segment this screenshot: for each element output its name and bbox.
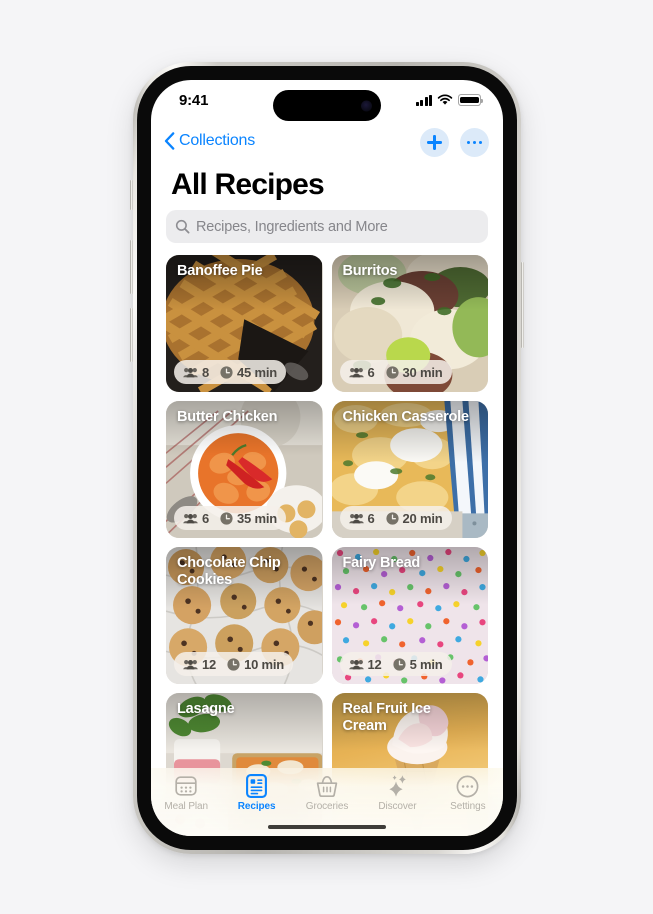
- tab-meal-plan[interactable]: Meal Plan: [151, 774, 221, 836]
- clock-icon: [392, 657, 406, 671]
- time-value: 5 min: [409, 656, 443, 672]
- people-icon: [183, 513, 198, 523]
- back-label: Collections: [179, 132, 256, 149]
- status-time: 9:41: [179, 92, 209, 109]
- recipe-meta-badge: 6 35 min: [174, 506, 287, 530]
- recipe-card[interactable]: Chicken Casserole 6 20 min: [331, 401, 488, 538]
- recipe-card-icon: [246, 774, 268, 798]
- iphone-device-frame: 9:41 Collections All Recipes Recipes, In…: [130, 62, 524, 854]
- tab-settings[interactable]: Settings: [433, 774, 503, 836]
- plus-icon: [427, 135, 442, 150]
- tab-label: Groceries: [305, 801, 349, 812]
- recipe-title: Banoffee Pie: [177, 263, 263, 279]
- time-value: 20 min: [402, 510, 443, 526]
- people-icon: [183, 659, 198, 669]
- basket-icon: [315, 774, 339, 798]
- calendar-icon: [174, 774, 198, 798]
- gear-circle-icon: [456, 774, 479, 798]
- action-button[interactable]: [130, 180, 133, 210]
- clock-icon: [385, 365, 399, 379]
- recipe-title: Chicken Casserole: [342, 409, 470, 425]
- recipe-meta-badge: 8 45 min: [174, 360, 287, 384]
- tab-label: Settings: [450, 801, 486, 812]
- status-indicators: [415, 94, 484, 106]
- cellular-bars-icon: [415, 94, 432, 106]
- add-recipe-button[interactable]: [420, 128, 449, 157]
- sparkles-icon: [385, 774, 409, 798]
- recipe-meta-badge: 6 20 min: [339, 506, 452, 530]
- recipe-card[interactable]: Chocolate Chip Cookies 12 10 min: [166, 547, 323, 684]
- time-value: 45 min: [237, 364, 278, 380]
- recipe-title: Chocolate Chip Cookies: [177, 555, 281, 588]
- servings-value: 12: [202, 656, 217, 672]
- recipe-title: Burritos: [342, 263, 398, 279]
- recipe-title: Fairy Bread: [342, 555, 421, 571]
- servings-value: 6: [367, 364, 375, 380]
- recipe-card[interactable]: Banoffee Pie 8 45 min: [166, 255, 323, 392]
- time-value: 35 min: [237, 510, 278, 526]
- wifi-icon: [437, 94, 453, 105]
- search-input[interactable]: [196, 218, 479, 235]
- people-icon: [183, 367, 198, 377]
- front-camera-icon: [361, 100, 372, 111]
- recipe-card[interactable]: Butter Chicken 6 35 min: [166, 401, 323, 538]
- nav-actions: [420, 128, 489, 157]
- battery-full-icon: [458, 94, 484, 106]
- dynamic-island: [273, 90, 381, 121]
- tab-label: Recipes: [237, 801, 276, 812]
- recipe-card[interactable]: Fairy Bread 12 5 min: [331, 547, 488, 684]
- clock-icon: [220, 511, 233, 525]
- servings-value: 8: [202, 364, 210, 380]
- clock-icon: [220, 365, 233, 379]
- search-icon: [175, 219, 190, 234]
- recipe-card[interactable]: Burritos 6 30 min: [331, 255, 488, 392]
- servings-value: 6: [202, 510, 210, 526]
- home-indicator[interactable]: [268, 824, 386, 829]
- more-options-button[interactable]: [460, 128, 489, 157]
- tab-label: Meal Plan: [164, 801, 208, 812]
- clock-icon: [227, 657, 240, 671]
- phone-screen: 9:41 Collections All Recipes Recipes, In…: [151, 80, 503, 836]
- recipe-title: Lasagne: [177, 701, 235, 717]
- recipe-meta-badge: 12 10 min: [174, 652, 294, 676]
- servings-value: 6: [367, 510, 375, 526]
- recipe-grid: Banoffee Pie 8 45 min Burritos 6 30 min …: [166, 255, 488, 830]
- recipe-meta-badge: 12 5 min: [339, 652, 452, 676]
- volume-down-button[interactable]: [130, 308, 133, 362]
- people-icon: [348, 367, 364, 377]
- time-value: 10 min: [244, 656, 285, 672]
- recipe-title: Butter Chicken: [177, 409, 278, 425]
- people-icon: [348, 659, 364, 669]
- ellipsis-icon: [466, 140, 483, 145]
- recipe-title: Real Fruit Ice Cream: [342, 701, 431, 734]
- page-title: All Recipes: [171, 168, 325, 201]
- chevron-left-icon: [164, 132, 175, 150]
- volume-up-button[interactable]: [130, 240, 133, 294]
- tab-label: Discover: [378, 801, 417, 812]
- recipe-meta-badge: 6 30 min: [339, 360, 452, 384]
- clock-icon: [385, 511, 399, 525]
- servings-value: 12: [367, 656, 382, 672]
- people-icon: [348, 513, 364, 523]
- time-value: 30 min: [402, 364, 443, 380]
- back-to-collections-button[interactable]: Collections: [164, 132, 255, 150]
- navigation-bar: Collections: [151, 124, 503, 164]
- search-bar[interactable]: [166, 210, 488, 243]
- power-button[interactable]: [521, 262, 524, 348]
